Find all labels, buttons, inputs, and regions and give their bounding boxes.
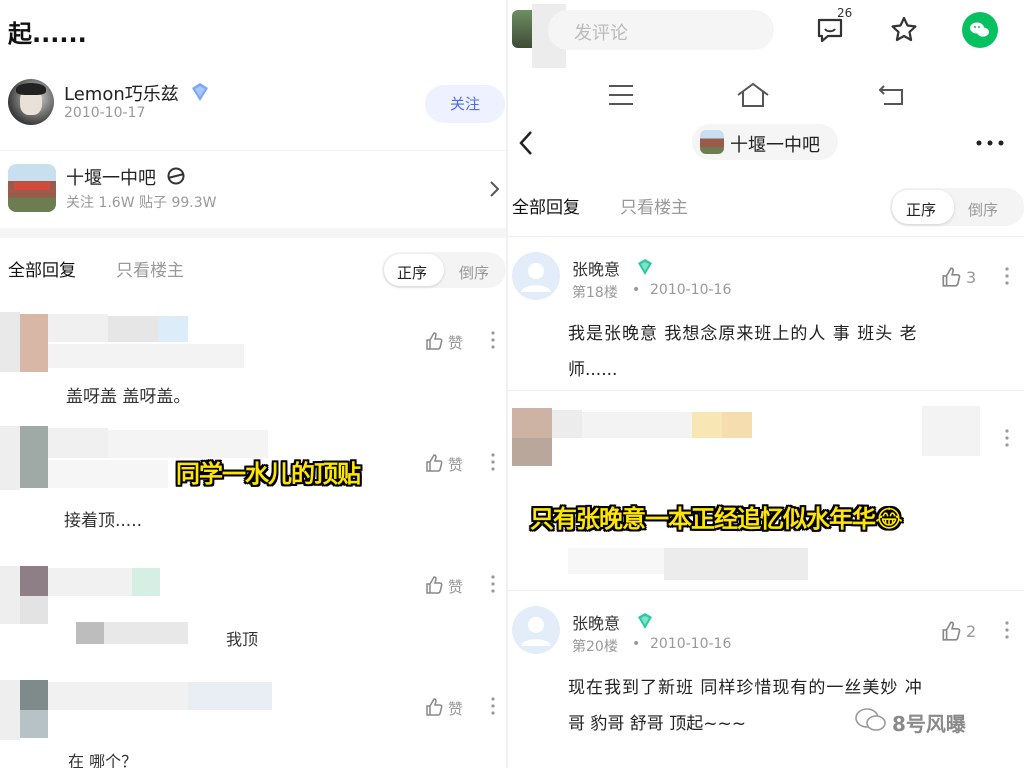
home-icon[interactable] bbox=[736, 82, 770, 108]
commenter-name[interactable]: 张晚意 bbox=[572, 256, 620, 280]
verified-badge-icon bbox=[636, 258, 654, 276]
watermark-text: 8号风曝 bbox=[892, 712, 966, 736]
comment-count-badge: 26 bbox=[837, 6, 853, 20]
forum-title: 十堰一中吧 bbox=[730, 135, 820, 156]
star-icon[interactable] bbox=[888, 14, 920, 46]
overlay-caption: 同学一水儿的顶贴 bbox=[176, 460, 361, 488]
commenter-name[interactable]: 张晚意 bbox=[572, 610, 620, 634]
comment-text: 我顶 bbox=[226, 630, 259, 649]
forum-avatar bbox=[8, 164, 56, 212]
avatar-placeholder-icon[interactable] bbox=[512, 606, 560, 654]
forum-name: 十堰一中吧 bbox=[66, 168, 156, 189]
blurred-avatar bbox=[512, 408, 552, 438]
floor-number: 第20楼 bbox=[572, 639, 618, 655]
post-date: 2010-10-16 bbox=[650, 636, 732, 652]
thumbs-up-icon[interactable] bbox=[940, 266, 962, 288]
back-arrow-icon[interactable] bbox=[518, 130, 534, 156]
left-screenshot-panel: 起...... Lemon巧乐兹 2010-10-17 关注 十堰一中吧 关注 … bbox=[0, 0, 506, 768]
order-desc[interactable]: 倒序 bbox=[968, 199, 998, 220]
chevron-right-icon[interactable] bbox=[488, 180, 500, 198]
wechat-icon[interactable] bbox=[962, 12, 998, 48]
comment-text: 在 哪个？ bbox=[68, 752, 138, 768]
post-date: 2010-10-16 bbox=[650, 282, 732, 298]
verified-badge-icon bbox=[636, 612, 654, 630]
thumbs-up-icon[interactable] bbox=[424, 697, 444, 717]
return-icon[interactable] bbox=[878, 84, 906, 106]
blurred-avatar bbox=[20, 566, 48, 596]
tab-owner-only[interactable]: 只看楼主 bbox=[116, 256, 184, 281]
menu-icon[interactable] bbox=[608, 84, 634, 106]
order-desc[interactable]: 倒序 bbox=[459, 262, 489, 283]
thumbs-up-icon[interactable] bbox=[424, 575, 444, 595]
post-body-line: 哥 豹哥 舒哥 顶起~~~ bbox=[568, 714, 746, 734]
order-asc[interactable]: 正序 bbox=[397, 262, 427, 283]
avatar-placeholder-icon[interactable] bbox=[512, 252, 560, 300]
floor-number: 第18楼 bbox=[572, 285, 618, 301]
forum-stats: 关注 1.6W 贴子 99.3W bbox=[66, 195, 217, 211]
section-gap bbox=[0, 228, 506, 238]
overlay-caption: 只有张晚意一本正经追忆似水年华😂 bbox=[530, 505, 903, 533]
author-date: 2010-10-17 bbox=[64, 105, 146, 121]
author-name[interactable]: Lemon巧乐兹 bbox=[64, 80, 179, 106]
kebab-icon[interactable] bbox=[490, 574, 496, 594]
blurred-avatar bbox=[20, 680, 48, 710]
thumbs-up-icon[interactable] bbox=[940, 620, 962, 642]
like-count: 2 bbox=[966, 622, 977, 641]
follow-button[interactable]: 关注 bbox=[425, 85, 505, 123]
like-label[interactable]: 赞 bbox=[448, 576, 463, 597]
post-body-line: 现在我到了新班 同样珍惜现有的一丝美妙 冲 bbox=[568, 678, 923, 698]
right-screenshot-panel: 发评论 26 十堰一中吧 全部回复 只看楼主 正序 倒序 张晚意 第18楼 • … bbox=[508, 0, 1024, 768]
comment-input-placeholder: 发评论 bbox=[574, 23, 628, 44]
like-count: 3 bbox=[966, 268, 977, 287]
kebab-icon[interactable] bbox=[490, 452, 496, 472]
comment-text: 盖呀盖 盖呀盖。 bbox=[66, 387, 191, 407]
kebab-icon[interactable] bbox=[1004, 620, 1010, 640]
blurred-avatar bbox=[20, 426, 48, 488]
like-label[interactable]: 赞 bbox=[448, 454, 463, 475]
like-label[interactable]: 赞 bbox=[448, 332, 463, 353]
dot-separator: • bbox=[632, 282, 641, 298]
forum-avatar bbox=[700, 130, 724, 154]
thumbs-up-icon[interactable] bbox=[424, 331, 444, 351]
kebab-icon[interactable] bbox=[490, 330, 496, 350]
comment-text: 接着顶..... bbox=[64, 511, 143, 531]
tab-owner-only[interactable]: 只看楼主 bbox=[620, 193, 688, 218]
verified-badge-icon bbox=[190, 82, 210, 102]
like-label[interactable]: 赞 bbox=[448, 698, 463, 719]
post-text-tail: 起...... bbox=[8, 20, 87, 48]
forum-level-icon bbox=[166, 166, 186, 186]
post-body-line: 我是张晚意 我想念原来班上的人 事 班头 老 bbox=[568, 324, 918, 344]
dot-separator: • bbox=[632, 636, 641, 652]
kebab-icon[interactable] bbox=[1004, 428, 1010, 448]
author-avatar[interactable] bbox=[8, 79, 54, 125]
kebab-icon[interactable] bbox=[1004, 266, 1010, 286]
kebab-icon[interactable] bbox=[490, 696, 496, 716]
tab-all-replies[interactable]: 全部回复 bbox=[512, 193, 580, 218]
order-asc[interactable]: 正序 bbox=[906, 199, 936, 220]
tab-all-replies[interactable]: 全部回复 bbox=[8, 256, 76, 281]
watermark-logo-icon bbox=[854, 706, 888, 734]
more-dots-icon[interactable] bbox=[976, 140, 1004, 146]
thumbs-up-icon[interactable] bbox=[424, 453, 444, 473]
post-body-line: 师...... bbox=[568, 360, 618, 380]
blurred-avatar bbox=[0, 312, 20, 372]
